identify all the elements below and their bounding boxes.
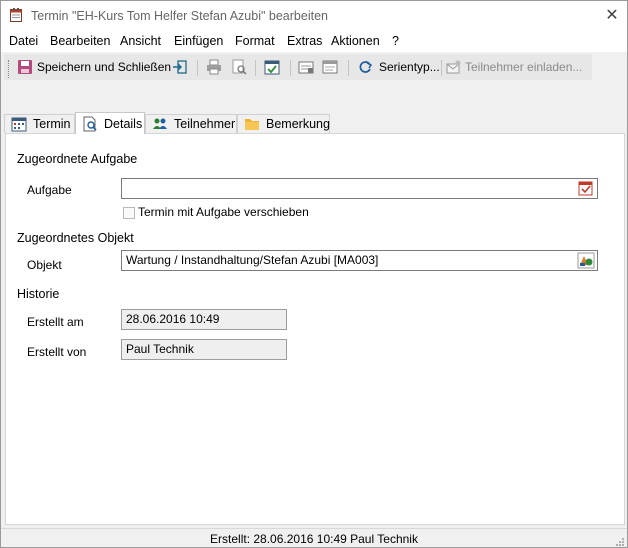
created-by-label: Erstellt von	[27, 345, 87, 359]
tab-termin-label: Termin	[33, 117, 71, 131]
move-with-task-label: Termin mit Aufgabe verschieben	[138, 205, 309, 219]
recurrence-icon	[357, 59, 373, 75]
window-title: Termin "EH-Kurs Tom Helfer Stefan Azubi"…	[31, 9, 328, 23]
save-close-button[interactable]: Speichern und Schließen	[17, 56, 171, 78]
invite-participants-button[interactable]: Teilnehmer einladen...	[446, 56, 582, 78]
toolbar-separator	[197, 60, 198, 76]
insert-icon	[298, 59, 314, 75]
resize-grip-icon[interactable]	[615, 536, 625, 546]
exit-icon	[172, 59, 188, 75]
tab-termin[interactable]: Termin	[4, 114, 75, 133]
calendar-check-icon	[264, 59, 280, 75]
tab-teilnehmer[interactable]: Teilnehmer	[145, 114, 237, 133]
invite-participants-label: Teilnehmer einladen...	[465, 60, 583, 74]
window-button[interactable]	[322, 56, 338, 78]
object-section-heading: Zugeordnetes Objekt	[17, 231, 134, 245]
menu-ansicht[interactable]: Ansicht	[120, 34, 161, 48]
print-button[interactable]	[206, 56, 222, 78]
series-type-label: Serientyp...	[379, 60, 440, 74]
menu-datei[interactable]: Datei	[9, 34, 38, 48]
menu-bar: Datei Bearbeiten Ansicht Einfügen Format…	[1, 32, 627, 52]
calendar-check-button[interactable]	[264, 56, 280, 78]
people-icon	[152, 116, 168, 132]
status-text: Erstellt: 28.06.2016 10:49 Paul Technik	[210, 532, 418, 546]
created-at-value: 28.06.2016 10:49	[126, 312, 220, 326]
insert-button[interactable]	[298, 56, 314, 78]
object-label: Objekt	[27, 258, 62, 272]
created-by-field: Paul Technik	[121, 339, 287, 360]
title-bar: Termin "EH-Kurs Tom Helfer Stefan Azubi"…	[1, 1, 627, 32]
move-with-task-checkbox[interactable]	[123, 207, 135, 219]
save-close-label: Speichern und Schließen	[37, 60, 172, 74]
save-icon	[17, 59, 33, 75]
task-section-heading: Zugeordnete Aufgabe	[17, 152, 138, 166]
history-section-heading: Historie	[17, 287, 60, 301]
tab-details-label: Details	[104, 116, 143, 131]
tab-details[interactable]: Details	[75, 112, 145, 134]
calendar-clipboard-icon	[10, 8, 22, 22]
print-preview-button[interactable]	[231, 56, 247, 78]
window-icon	[322, 59, 338, 75]
object-field[interactable]: Wartung / Instandhaltung/Stefan Azubi [M…	[121, 250, 598, 271]
created-by-value: Paul Technik	[126, 342, 194, 356]
menu-einfuegen[interactable]: Einfügen	[174, 34, 223, 48]
tab-bar: Termin Details Teilnehmer Bemerkung	[1, 112, 627, 134]
folder-note-icon	[244, 116, 260, 132]
toolbar-separator	[348, 60, 349, 76]
created-at-label: Erstellt am	[27, 315, 84, 329]
exit-button[interactable]	[172, 56, 188, 78]
toolbar: Speichern und Schließen Serientyp... Tei…	[1, 52, 627, 112]
task-picker-icon[interactable]	[577, 180, 595, 197]
menu-format[interactable]: Format	[235, 34, 275, 48]
print-preview-icon	[231, 59, 247, 75]
series-type-button[interactable]: Serientyp...	[357, 56, 440, 78]
tab-bemerkung[interactable]: Bemerkung	[237, 114, 330, 133]
status-bar: Erstellt: 28.06.2016 10:49 Paul Technik	[1, 528, 627, 547]
window: Termin "EH-Kurs Tom Helfer Stefan Azubi"…	[0, 0, 628, 548]
toolbar-strip: Speichern und Schließen Serientyp... Tei…	[4, 54, 592, 80]
document-search-icon	[82, 116, 98, 132]
tab-teilnehmer-label: Teilnehmer	[174, 117, 236, 131]
task-label: Aufgabe	[27, 183, 72, 197]
toolbar-separator	[290, 60, 291, 76]
object-value: Wartung / Instandhaltung/Stefan Azubi [M…	[126, 253, 379, 267]
menu-help[interactable]: ?	[392, 34, 399, 48]
details-panel: Zugeordnete Aufgabe Aufgabe Termin mit A…	[5, 133, 625, 525]
menu-aktionen[interactable]: Aktionen	[331, 34, 380, 48]
toolbar-grip[interactable]	[8, 60, 11, 78]
calendar-icon	[11, 116, 27, 132]
task-field[interactable]	[121, 178, 598, 199]
print-icon	[206, 59, 222, 75]
object-picker-icon[interactable]	[577, 252, 595, 269]
invite-icon	[446, 59, 462, 75]
menu-extras[interactable]: Extras	[287, 34, 322, 48]
close-button[interactable]: ✕	[597, 1, 627, 32]
created-at-field: 28.06.2016 10:49	[121, 309, 287, 330]
toolbar-separator	[255, 60, 256, 76]
toolbar-separator	[441, 60, 442, 76]
menu-bearbeiten[interactable]: Bearbeiten	[50, 34, 110, 48]
tab-bemerkung-label: Bemerkung	[266, 117, 330, 131]
